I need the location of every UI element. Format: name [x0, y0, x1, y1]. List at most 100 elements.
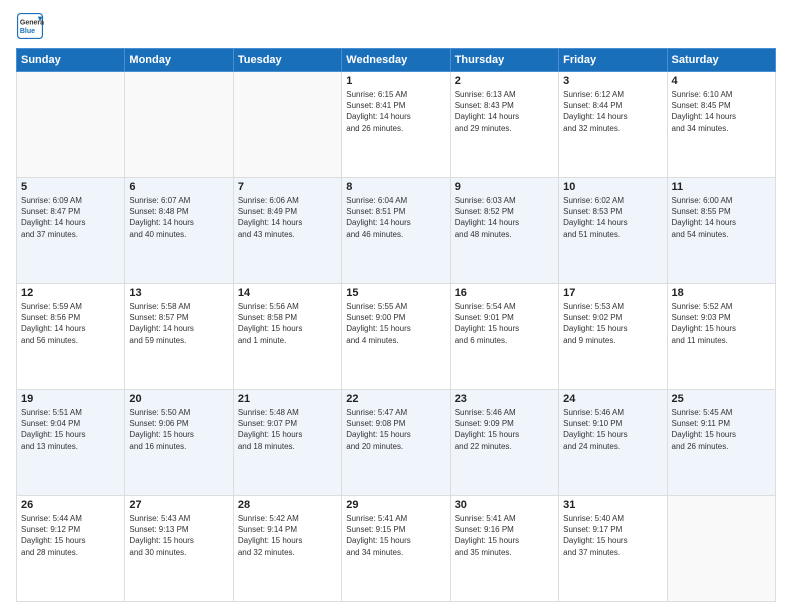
day-number: 12	[21, 287, 120, 299]
calendar-cell	[233, 72, 341, 178]
calendar-header-tuesday: Tuesday	[233, 49, 341, 72]
day-info: Sunrise: 5:41 AM Sunset: 9:16 PM Dayligh…	[455, 513, 554, 558]
header: General Blue	[16, 12, 776, 40]
day-info: Sunrise: 5:51 AM Sunset: 9:04 PM Dayligh…	[21, 407, 120, 452]
day-number: 31	[563, 499, 662, 511]
svg-text:Blue: Blue	[20, 28, 35, 35]
calendar-cell: 31 Sunrise: 5:40 AM Sunset: 9:17 PM Dayli…	[559, 496, 667, 602]
calendar-cell: 8 Sunrise: 6:04 AM Sunset: 8:51 PM Daylig…	[342, 178, 450, 284]
calendar-cell: 14Sunrise: 5:56 AM Sunset: 8:58 PM Dayli…	[233, 284, 341, 390]
day-number: 25	[672, 393, 771, 405]
day-info: Sunrise: 5:58 AM Sunset: 8:57 PM Dayligh…	[129, 301, 228, 346]
day-info: Sunrise: 5:42 AM Sunset: 9:14 PM Dayligh…	[238, 513, 337, 558]
calendar-cell: 3 Sunrise: 6:12 AM Sunset: 8:44 PM Daylig…	[559, 72, 667, 178]
day-info: Sunrise: 5:50 AM Sunset: 9:06 PM Dayligh…	[129, 407, 228, 452]
day-number: 17	[563, 287, 662, 299]
calendar-cell: 25 Sunrise: 5:45 AM Sunset: 9:11 PM Dayli…	[667, 390, 775, 496]
calendar-cell: 16 Sunrise: 5:54 AM Sunset: 9:01 PM Dayli…	[450, 284, 558, 390]
calendar-cell: 1Sunrise: 6:15 AM Sunset: 8:41 PM Daylig…	[342, 72, 450, 178]
calendar-header-friday: Friday	[559, 49, 667, 72]
calendar-cell: 27 Sunrise: 5:43 AM Sunset: 9:13 PM Dayli…	[125, 496, 233, 602]
day-number: 18	[672, 287, 771, 299]
calendar-cell: 26Sunrise: 5:44 AM Sunset: 9:12 PM Dayli…	[17, 496, 125, 602]
day-number: 29	[346, 499, 445, 511]
day-info: Sunrise: 5:54 AM Sunset: 9:01 PM Dayligh…	[455, 301, 554, 346]
calendar-cell: 30Sunrise: 5:41 AM Sunset: 9:16 PM Dayli…	[450, 496, 558, 602]
calendar-cell: 19 Sunrise: 5:51 AM Sunset: 9:04 PM Dayli…	[17, 390, 125, 496]
day-number: 8	[346, 181, 445, 193]
calendar-cell: 15 Sunrise: 5:55 AM Sunset: 9:00 PM Dayli…	[342, 284, 450, 390]
day-number: 2	[455, 75, 554, 87]
day-number: 4	[672, 75, 771, 87]
day-number: 20	[129, 393, 228, 405]
day-info: Sunrise: 6:04 AM Sunset: 8:51 PM Dayligh…	[346, 195, 445, 240]
calendar-cell: 22 Sunrise: 5:47 AM Sunset: 9:08 PM Dayli…	[342, 390, 450, 496]
day-number: 15	[346, 287, 445, 299]
day-number: 28	[238, 499, 337, 511]
calendar-cell: 6 Sunrise: 6:07 AM Sunset: 8:48 PM Daylig…	[125, 178, 233, 284]
calendar-cell: 21 Sunrise: 5:48 AM Sunset: 9:07 PM Dayli…	[233, 390, 341, 496]
day-number: 3	[563, 75, 662, 87]
day-number: 21	[238, 393, 337, 405]
day-info: Sunrise: 5:40 AM Sunset: 9:17 PM Dayligh…	[563, 513, 662, 558]
calendar-week-3: 12Sunrise: 5:59 AM Sunset: 8:56 PM Dayli…	[17, 284, 776, 390]
logo: General Blue	[16, 12, 44, 40]
day-info: Sunrise: 6:03 AM Sunset: 8:52 PM Dayligh…	[455, 195, 554, 240]
day-number: 13	[129, 287, 228, 299]
day-info: Sunrise: 5:47 AM Sunset: 9:08 PM Dayligh…	[346, 407, 445, 452]
day-info: Sunrise: 5:55 AM Sunset: 9:00 PM Dayligh…	[346, 301, 445, 346]
calendar-cell: 5Sunrise: 6:09 AM Sunset: 8:47 PM Daylig…	[17, 178, 125, 284]
calendar-header-monday: Monday	[125, 49, 233, 72]
day-number: 26	[21, 499, 120, 511]
day-number: 11	[672, 181, 771, 193]
calendar-cell: 28 Sunrise: 5:42 AM Sunset: 9:14 PM Dayli…	[233, 496, 341, 602]
calendar-week-5: 26Sunrise: 5:44 AM Sunset: 9:12 PM Dayli…	[17, 496, 776, 602]
day-info: Sunrise: 5:41 AM Sunset: 9:15 PM Dayligh…	[346, 513, 445, 558]
day-info: Sunrise: 6:07 AM Sunset: 8:48 PM Dayligh…	[129, 195, 228, 240]
day-info: Sunrise: 5:48 AM Sunset: 9:07 PM Dayligh…	[238, 407, 337, 452]
calendar-cell: 23 Sunrise: 5:46 AM Sunset: 9:09 PM Dayli…	[450, 390, 558, 496]
day-number: 24	[563, 393, 662, 405]
calendar-header-wednesday: Wednesday	[342, 49, 450, 72]
day-info: Sunrise: 6:09 AM Sunset: 8:47 PM Dayligh…	[21, 195, 120, 240]
calendar-cell: 9 Sunrise: 6:03 AM Sunset: 8:52 PM Daylig…	[450, 178, 558, 284]
calendar-header-saturday: Saturday	[667, 49, 775, 72]
day-number: 16	[455, 287, 554, 299]
calendar-week-4: 19 Sunrise: 5:51 AM Sunset: 9:04 PM Dayli…	[17, 390, 776, 496]
day-number: 9	[455, 181, 554, 193]
day-number: 6	[129, 181, 228, 193]
calendar-cell	[17, 72, 125, 178]
day-info: Sunrise: 6:15 AM Sunset: 8:41 PM Dayligh…	[346, 89, 445, 134]
day-info: Sunrise: 5:46 AM Sunset: 9:09 PM Dayligh…	[455, 407, 554, 452]
calendar-cell: 24Sunrise: 5:46 AM Sunset: 9:10 PM Dayli…	[559, 390, 667, 496]
day-info: Sunrise: 6:12 AM Sunset: 8:44 PM Dayligh…	[563, 89, 662, 134]
day-info: Sunrise: 5:43 AM Sunset: 9:13 PM Dayligh…	[129, 513, 228, 558]
day-info: Sunrise: 6:13 AM Sunset: 8:43 PM Dayligh…	[455, 89, 554, 134]
day-info: Sunrise: 5:53 AM Sunset: 9:02 PM Dayligh…	[563, 301, 662, 346]
day-info: Sunrise: 6:02 AM Sunset: 8:53 PM Dayligh…	[563, 195, 662, 240]
day-number: 27	[129, 499, 228, 511]
calendar-cell: 11 Sunrise: 6:00 AM Sunset: 8:55 PM Dayli…	[667, 178, 775, 284]
calendar-week-1: 1Sunrise: 6:15 AM Sunset: 8:41 PM Daylig…	[17, 72, 776, 178]
calendar-cell: 7Sunrise: 6:06 AM Sunset: 8:49 PM Daylig…	[233, 178, 341, 284]
day-number: 14	[238, 287, 337, 299]
calendar-cell: 4 Sunrise: 6:10 AM Sunset: 8:45 PM Daylig…	[667, 72, 775, 178]
calendar-cell: 18 Sunrise: 5:52 AM Sunset: 9:03 PM Dayli…	[667, 284, 775, 390]
calendar-cell: 17 Sunrise: 5:53 AM Sunset: 9:02 PM Dayli…	[559, 284, 667, 390]
day-info: Sunrise: 6:06 AM Sunset: 8:49 PM Dayligh…	[238, 195, 337, 240]
calendar-cell: 10Sunrise: 6:02 AM Sunset: 8:53 PM Dayli…	[559, 178, 667, 284]
calendar-cell: 12Sunrise: 5:59 AM Sunset: 8:56 PM Dayli…	[17, 284, 125, 390]
day-number: 19	[21, 393, 120, 405]
day-info: Sunrise: 5:45 AM Sunset: 9:11 PM Dayligh…	[672, 407, 771, 452]
calendar-header-sunday: Sunday	[17, 49, 125, 72]
day-number: 22	[346, 393, 445, 405]
calendar-cell	[667, 496, 775, 602]
day-info: Sunrise: 6:10 AM Sunset: 8:45 PM Dayligh…	[672, 89, 771, 134]
day-info: Sunrise: 5:52 AM Sunset: 9:03 PM Dayligh…	[672, 301, 771, 346]
calendar-cell: 20 Sunrise: 5:50 AM Sunset: 9:06 PM Dayli…	[125, 390, 233, 496]
calendar-header-row: SundayMondayTuesdayWednesdayThursdayFrid…	[17, 49, 776, 72]
logo-icon: General Blue	[16, 12, 44, 40]
day-info: Sunrise: 6:00 AM Sunset: 8:55 PM Dayligh…	[672, 195, 771, 240]
calendar-table: SundayMondayTuesdayWednesdayThursdayFrid…	[16, 48, 776, 602]
day-number: 23	[455, 393, 554, 405]
